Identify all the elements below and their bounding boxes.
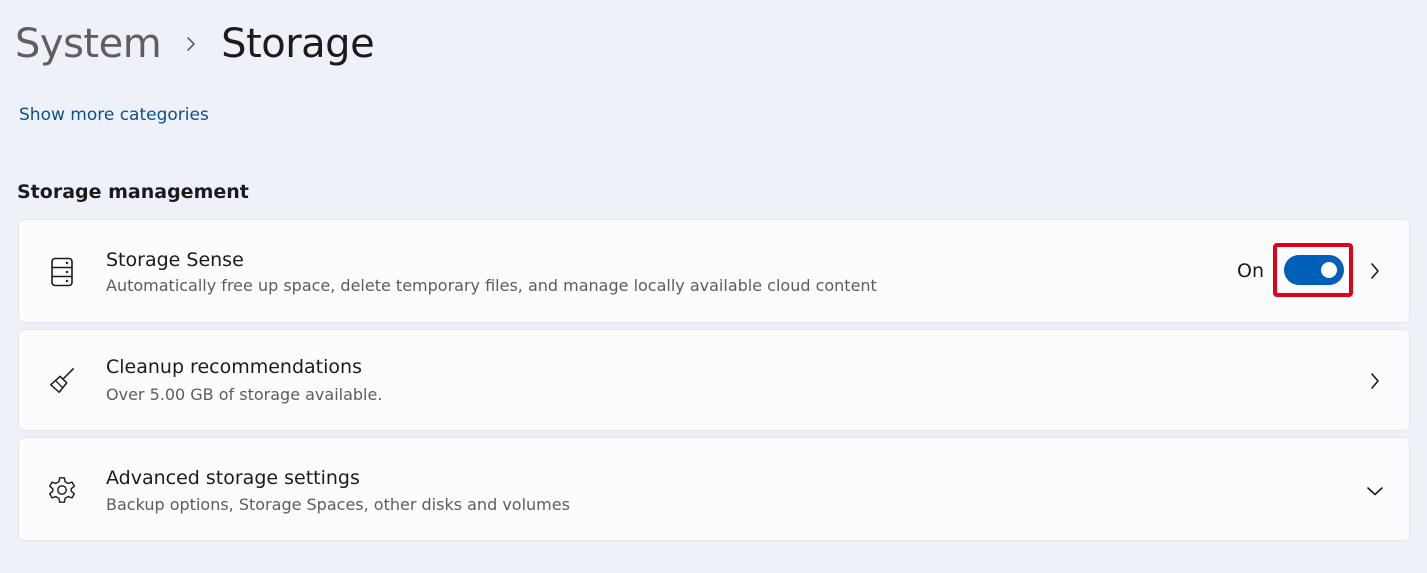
storage-sense-title: Storage Sense [106,249,244,271]
cleanup-recommendations-card[interactable]: Cleanup recommendations Over 5.00 GB of … [18,329,1410,431]
storage-sense-toggle[interactable] [1284,255,1344,285]
gear-icon [47,475,77,505]
section-title: Storage management [17,181,249,203]
chevron-right-icon [161,14,221,74]
storage-sense-description: Automatically free up space, delete temp… [106,276,877,295]
storage-sense-card[interactable]: Storage Sense Automatically free up spac… [18,219,1410,323]
toggle-knob [1321,262,1337,278]
show-more-categories-link[interactable]: Show more categories [19,105,209,125]
toggle-state-label: On [1237,260,1264,282]
advanced-storage-title: Advanced storage settings [106,467,360,489]
page-title: Storage [221,21,375,67]
chevron-right-icon[interactable] [1363,369,1387,393]
breadcrumb: System Storage [15,14,375,74]
hard-drive-icon [47,257,77,287]
chevron-down-icon[interactable] [1363,479,1387,503]
chevron-right-icon[interactable] [1363,259,1387,283]
cleanup-description: Over 5.00 GB of storage available. [106,385,383,404]
advanced-storage-settings-card[interactable]: Advanced storage settings Backup options… [18,437,1410,541]
broom-icon [47,366,77,396]
advanced-storage-description: Backup options, Storage Spaces, other di… [106,495,570,514]
cleanup-title: Cleanup recommendations [106,356,362,378]
breadcrumb-system[interactable]: System [15,21,162,67]
